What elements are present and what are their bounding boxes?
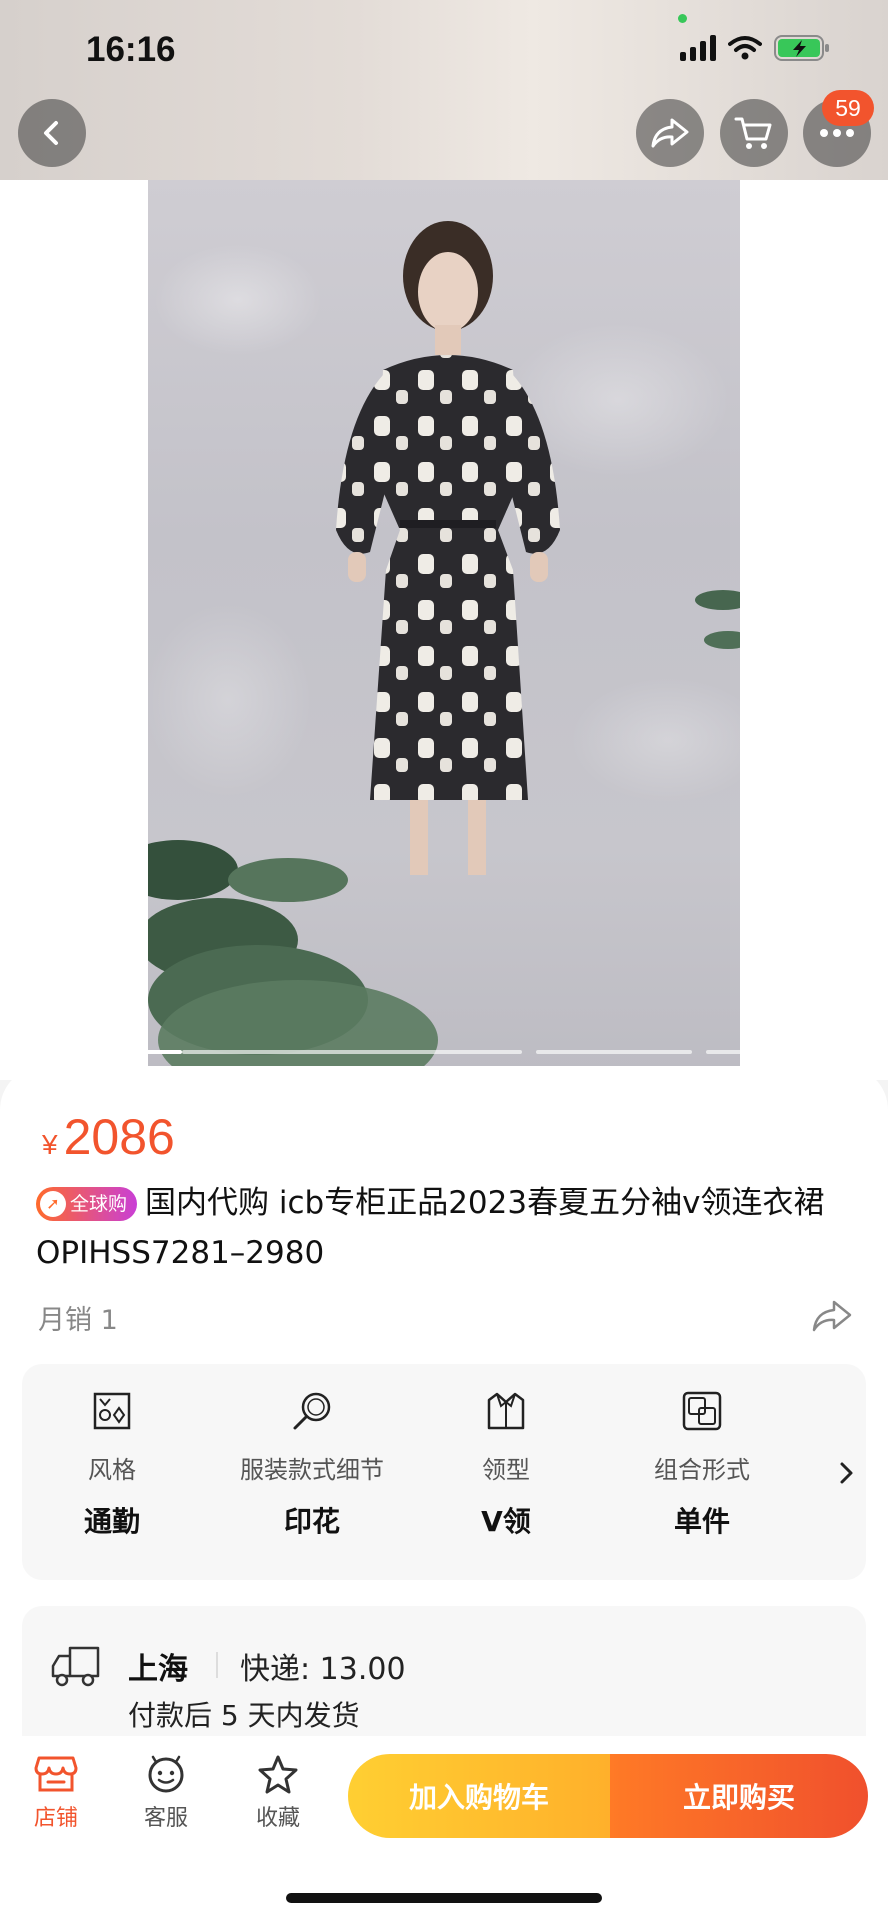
chevron-right-icon[interactable] [836,1458,858,1488]
more-dots-icon [820,129,854,137]
share-icon[interactable] [810,1296,854,1336]
home-indicator[interactable] [286,1893,602,1903]
cart-count-badge: 59 [822,90,874,126]
customer-service-tab[interactable]: 客服 [126,1754,206,1832]
signal-icon [680,35,716,61]
global-purchase-tag: ➚ 全球购 [36,1187,138,1221]
price-value: 2086 [63,1109,175,1165]
combination-icon [682,1391,722,1431]
globe-arrow-icon: ➚ [40,1191,66,1217]
gallery-progress [536,1050,692,1054]
shipping-panel[interactable]: 上海 快递: 13.00 付款后 5 天内发货 [22,1606,866,1736]
favorite-tab[interactable]: 收藏 [238,1754,318,1832]
add-to-cart-button[interactable]: 加入购物车 [348,1754,610,1838]
truck-icon [51,1646,100,1687]
shop-tab[interactable]: 店铺 [16,1754,96,1832]
gallery-progress-active [26,1050,182,1054]
price: ¥ 2086 [42,1108,175,1166]
product-title-text: 国内代购 icb专柜正品2023春夏五分袖v领连衣裙OPIHSS7281–298… [36,1185,825,1271]
ship-from-city: 上海 [128,1652,188,1687]
attributes-panel[interactable]: 风格 通勤 服装款式细节 印花 领型 V领 组合形式 单件 [22,1364,866,1580]
back-button[interactable] [18,99,86,167]
star-icon [258,1755,298,1794]
divider [216,1652,218,1678]
battery-charging-icon [774,35,829,61]
shipping-fee: 快递: 13.00 [240,1652,406,1687]
monthly-sales: 月销 1 [38,1305,118,1336]
status-icons [680,34,830,62]
smiley-service-icon [148,1755,184,1793]
shop-icon [34,1756,78,1792]
model-illustration [148,221,740,1070]
style-icon [93,1392,131,1430]
cart-button[interactable] [720,99,788,167]
product-gallery[interactable]: 16:16 59 [0,0,888,1080]
currency-symbol: ¥ [42,1129,58,1160]
collar-icon [487,1392,525,1430]
cart-icon [734,117,772,149]
buy-now-button[interactable]: 立即购买 [610,1754,868,1838]
gallery-progress [182,1050,522,1054]
chevron-left-icon [44,121,58,145]
gallery-progress [706,1050,750,1054]
product-title[interactable]: ➚ 全球购 国内代购 icb专柜正品2023春夏五分袖v领连衣裙OPIHSS7281… [36,1178,856,1278]
share-button[interactable] [636,99,704,167]
attribute-detail[interactable]: 服装款式细节 印花 [222,1388,402,1540]
product-photo[interactable] [148,180,740,1070]
privacy-indicator [678,14,687,23]
share-icon [651,118,689,148]
status-time: 16:16 [86,30,176,69]
wifi-icon [728,36,762,60]
attribute-style[interactable]: 风格 通勤 [22,1388,202,1540]
attribute-combination[interactable]: 组合形式 单件 [612,1388,792,1540]
magnifier-icon [293,1392,331,1430]
ship-time: 付款后 5 天内发货 [128,1699,360,1732]
attribute-collar[interactable]: 领型 V领 [416,1388,596,1540]
